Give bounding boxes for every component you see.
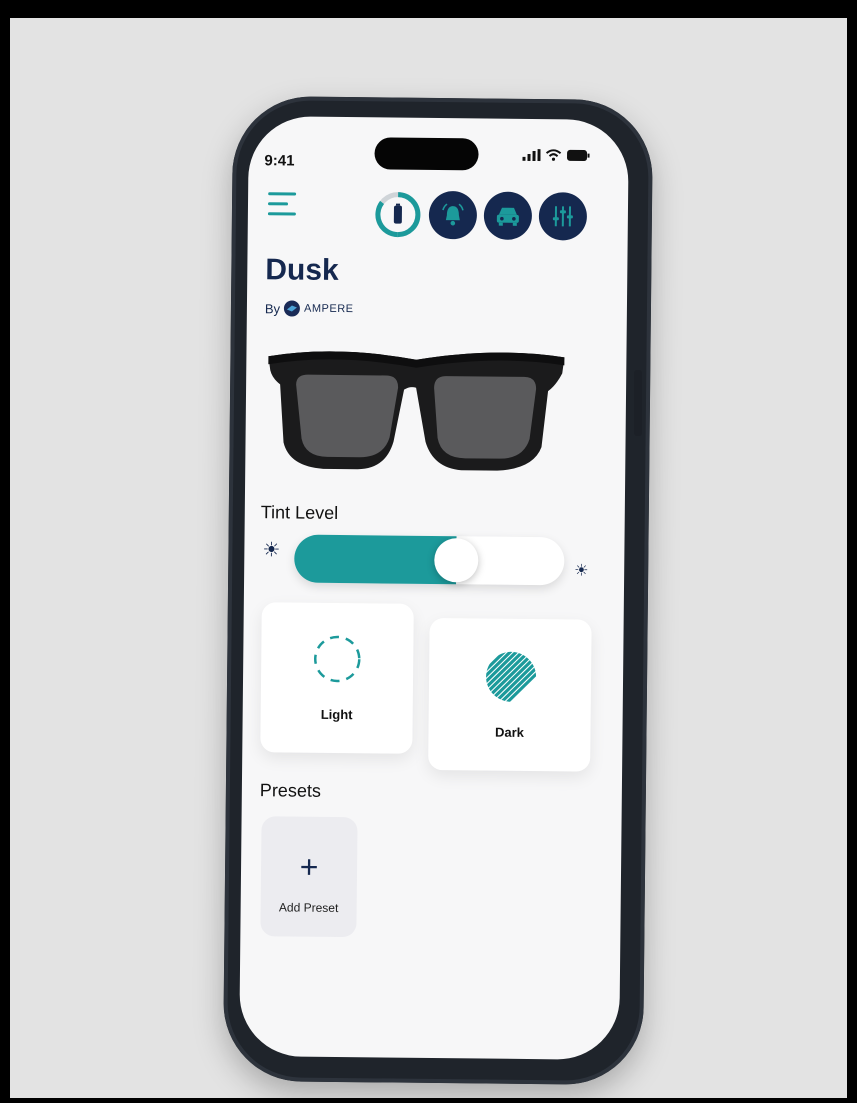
app-screen: 9:41 Dusk By AMPERE Tint Level ☀ ☀ Light…	[239, 116, 629, 1060]
brand-name: AMPERE	[304, 302, 354, 316]
tint-slider-knob[interactable]	[434, 538, 479, 583]
status-icons	[522, 149, 590, 162]
sunglasses-image	[268, 351, 565, 471]
light-sun-icon: ☀	[262, 539, 281, 562]
top-icon-row	[374, 190, 588, 241]
drive-mode-button[interactable]	[483, 191, 533, 241]
menu-icon[interactable]	[267, 190, 300, 218]
add-preset-button[interactable]: + Add Preset	[260, 816, 358, 938]
battery-icon	[375, 192, 421, 238]
tint-slider-fill	[294, 534, 457, 585]
signal-icon	[522, 149, 541, 162]
alarm-button[interactable]	[428, 190, 478, 240]
tint-level-label: Tint Level	[260, 502, 339, 523]
power-button	[634, 370, 642, 436]
alarm-bell-icon	[442, 203, 464, 226]
dark-mode-label: Dark	[494, 724, 525, 740]
wifi-icon	[545, 149, 562, 161]
settings-button[interactable]	[538, 192, 588, 241]
brand-line: By AMPERE	[265, 300, 354, 317]
dark-sun-icon: ☀	[574, 562, 589, 580]
by-label: By	[264, 300, 281, 316]
car-icon	[496, 207, 519, 226]
brand-logo-icon	[284, 300, 301, 317]
light-mode-card[interactable]: Light	[260, 602, 414, 754]
add-preset-label: Add Preset	[278, 900, 339, 916]
product-title: Dusk	[265, 253, 339, 287]
dark-mode-card[interactable]: Dark	[428, 617, 592, 772]
status-time: 9:41	[264, 152, 295, 170]
battery-status-icon	[567, 149, 590, 162]
dark-circle-icon	[485, 651, 537, 703]
presets-heading: Presets	[259, 780, 322, 801]
plus-icon: +	[299, 848, 319, 885]
tint-slider[interactable]	[294, 534, 565, 586]
dynamic-island	[374, 137, 479, 171]
sliders-icon	[552, 206, 573, 227]
light-circle-icon	[314, 635, 361, 683]
light-mode-label: Light	[320, 706, 353, 723]
battery-button[interactable]	[374, 190, 423, 239]
